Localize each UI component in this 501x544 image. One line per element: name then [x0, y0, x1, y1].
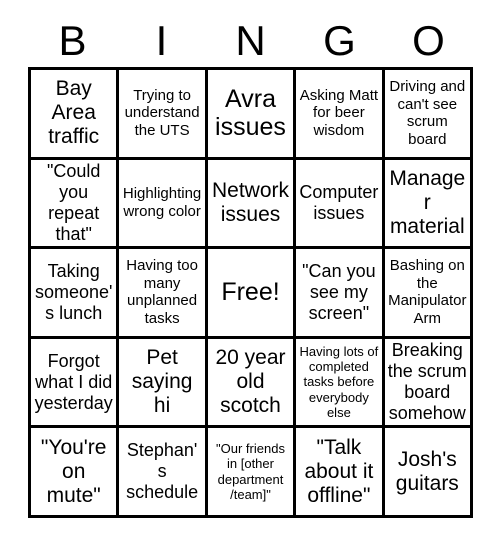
bingo-cell-label: Computer issues: [299, 182, 379, 223]
bingo-cell[interactable]: "Talk about it offline": [296, 428, 385, 518]
bingo-cell[interactable]: Driving and can't see scrum board: [384, 70, 473, 160]
bingo-cell[interactable]: Bashing on the Manipulator Arm: [384, 249, 473, 339]
header-letter-g: G: [323, 16, 356, 64]
bingo-cell-label: Asking Matt for beer wisdom: [299, 86, 379, 140]
bingo-cell[interactable]: Taking someone's lunch: [31, 249, 120, 339]
bingo-cell-label: Manager material: [389, 166, 466, 238]
header-letter-o: O: [412, 16, 445, 64]
bingo-cell[interactable]: "Our friends in [other department /team]…: [207, 428, 297, 518]
bingo-cell-label: Breaking the scrum board somehow: [387, 340, 467, 423]
header-letter-b: B: [58, 16, 87, 64]
bingo-cell-label: Forgot what I did yesterday: [34, 350, 113, 413]
bingo-cell-free[interactable]: Free!: [207, 249, 297, 339]
bingo-cell-label: Bashing on the Manipulator Arm: [388, 257, 467, 328]
bingo-cell-label: Avra issues: [215, 84, 286, 142]
bingo-cell[interactable]: Avra issues: [207, 70, 297, 160]
bingo-card: B I N G O Bay Area traffic Trying to und…: [0, 0, 501, 544]
bingo-cell-label: Josh's guitars: [395, 447, 459, 495]
bingo-cell[interactable]: "You're on mute": [31, 428, 120, 518]
bingo-cell-label: Taking someone's lunch: [34, 261, 113, 323]
bingo-cell[interactable]: Forgot what I did yesterday: [31, 338, 120, 429]
bingo-cell-label: "Could you repeat that": [46, 161, 101, 244]
bingo-grid: Bay Area traffic Trying to understand th…: [28, 67, 473, 518]
header-letter-n: N: [235, 16, 266, 64]
bingo-cell-label: "Can you see my screen": [302, 261, 376, 323]
bingo-cell[interactable]: "Can you see my screen": [296, 249, 385, 339]
bingo-cell[interactable]: Pet saying hi: [119, 338, 208, 429]
bingo-cell-label: Highlighting wrong color: [122, 185, 202, 220]
bingo-cell[interactable]: Josh's guitars: [384, 428, 473, 518]
bingo-cell[interactable]: 20 year old scotch: [207, 338, 297, 429]
bingo-cell[interactable]: Asking Matt for beer wisdom: [296, 70, 385, 160]
bingo-cell[interactable]: Bay Area traffic: [31, 70, 120, 160]
bingo-cell-label: "You're on mute": [40, 435, 107, 507]
bingo-cell-label: Network issues: [211, 178, 289, 226]
bingo-cell-label: Bay Area traffic: [48, 77, 100, 149]
bingo-cell-label: Having too many unplanned tasks: [126, 257, 198, 328]
bingo-cell-label: Pet saying hi: [131, 346, 193, 418]
header-letter-i: I: [155, 16, 168, 64]
bingo-header-row: B I N G O: [28, 14, 473, 67]
bingo-cell[interactable]: "Could you repeat that": [31, 159, 120, 250]
bingo-cell-label: "Our friends in [other department /team]…: [216, 441, 285, 503]
bingo-cell-label: Free!: [221, 278, 280, 307]
bingo-cell-label: "Talk about it offline": [304, 435, 374, 507]
bingo-cell[interactable]: Breaking the scrum board somehow: [384, 338, 473, 429]
bingo-cell-label: Trying to understand the UTS: [124, 86, 200, 140]
bingo-cell[interactable]: Network issues: [207, 159, 297, 250]
bingo-cell[interactable]: Computer issues: [296, 159, 385, 250]
bingo-cell-label: Having lots of completed tasks before ev…: [299, 343, 379, 421]
bingo-cell[interactable]: Having lots of completed tasks before ev…: [296, 338, 385, 429]
bingo-cell-label: 20 year old scotch: [215, 346, 286, 418]
bingo-cell[interactable]: Manager material: [384, 159, 473, 250]
bingo-cell[interactable]: Having too many unplanned tasks: [119, 249, 208, 339]
bingo-cell[interactable]: Stephan's schedule: [119, 428, 208, 518]
bingo-cell-label: Driving and can't see scrum board: [389, 77, 466, 148]
bingo-cell-label: Stephan's schedule: [126, 440, 199, 503]
bingo-cell[interactable]: Trying to understand the UTS: [119, 70, 208, 160]
bingo-cell[interactable]: Highlighting wrong color: [119, 159, 208, 250]
